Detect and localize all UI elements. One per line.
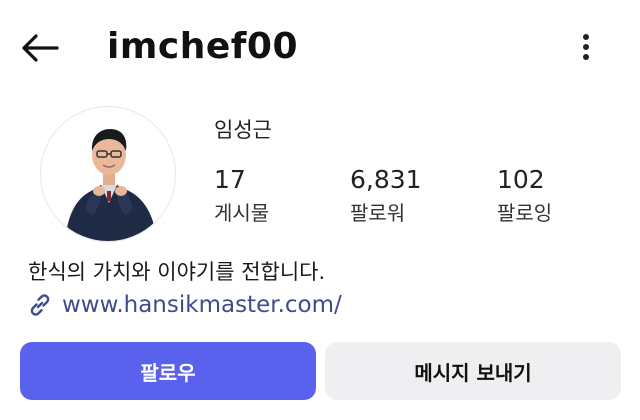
profile-link[interactable]: www.hansikmaster.com/ [26, 288, 342, 322]
profile-bio: 한식의 가치와 이야기를 전합니다. [28, 260, 326, 284]
more-options-button[interactable] [568, 26, 604, 68]
display-name: 임성근 [214, 118, 272, 142]
avatar[interactable] [40, 106, 176, 242]
following-count: 102 [497, 165, 545, 194]
follow-button[interactable]: 팔로우 [20, 342, 316, 400]
send-message-button[interactable]: 메시지 보내기 [325, 342, 621, 400]
followers-count: 6,831 [350, 165, 422, 194]
back-arrow-icon [22, 34, 59, 62]
following-label: 팔로잉 [497, 201, 553, 225]
followers-label: 팔로워 [350, 201, 406, 225]
posts-label: 게시물 [214, 201, 270, 225]
profile-header: imchef00 [0, 0, 640, 96]
avatar-photo [41, 107, 175, 241]
link-url: www.hansikmaster.com/ [62, 292, 342, 318]
stat-followers[interactable]: 6,831 팔로워 [350, 164, 422, 228]
more-vertical-icon [583, 34, 589, 60]
stat-posts[interactable]: 17 게시물 [214, 164, 269, 228]
back-button[interactable] [16, 28, 64, 68]
posts-count: 17 [214, 165, 246, 194]
stat-following[interactable]: 102 팔로잉 [497, 164, 552, 228]
link-icon [26, 291, 54, 319]
profile-username: imchef00 [107, 26, 298, 67]
